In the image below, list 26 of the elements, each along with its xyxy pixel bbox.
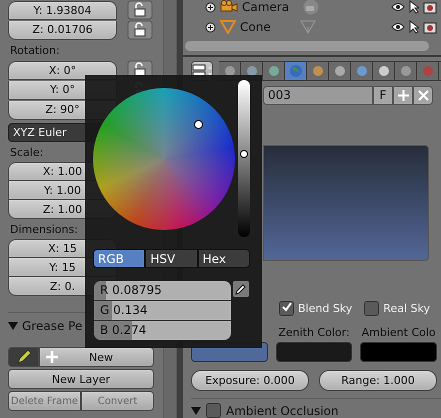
range-field[interactable]: Range: 1.000: [319, 370, 437, 391]
channel-slider[interactable]: B 0.274: [94, 320, 231, 340]
color-mode-tab[interactable]: HSV: [145, 249, 198, 268]
number-field[interactable]: X: 0°: [8, 60, 117, 80]
exposure-field[interactable]: Exposure: 0.000: [191, 370, 309, 391]
number-field[interactable]: Z: 0.01706: [8, 20, 117, 40]
object-name[interactable]: Cone: [240, 20, 296, 34]
section-label: Dimensions:: [9, 222, 79, 238]
new-button[interactable]: New: [39, 347, 154, 367]
section-label: Scale:: [9, 145, 44, 161]
channel-slider[interactable]: R 0.08795: [94, 281, 231, 300]
color-label: Ambient Colo: [360, 326, 437, 339]
channel-slider[interactable]: G 0.134: [94, 300, 231, 320]
color-mode-tab[interactable]: RGB: [93, 249, 146, 268]
sky-checkbox[interactable]: Blend Sky: [279, 301, 352, 316]
section-label: Rotation:: [9, 43, 61, 59]
sky-checkbox[interactable]: Real Sky: [364, 301, 430, 316]
object-name[interactable]: Camera: [242, 0, 298, 14]
panel-title: Ambient Occlusion: [226, 404, 338, 418]
panel-title: Grease Pe: [22, 319, 82, 333]
world-name-field[interactable]: 003: [263, 86, 373, 105]
number-field[interactable]: Y: 1.93804: [8, 0, 117, 20]
fake-user-button[interactable]: F: [373, 86, 393, 105]
color-mode-tab[interactable]: Hex: [198, 249, 250, 268]
color-label: Zenith Color:: [277, 326, 351, 339]
new-layer-button[interactable]: New Layer: [8, 369, 154, 389]
